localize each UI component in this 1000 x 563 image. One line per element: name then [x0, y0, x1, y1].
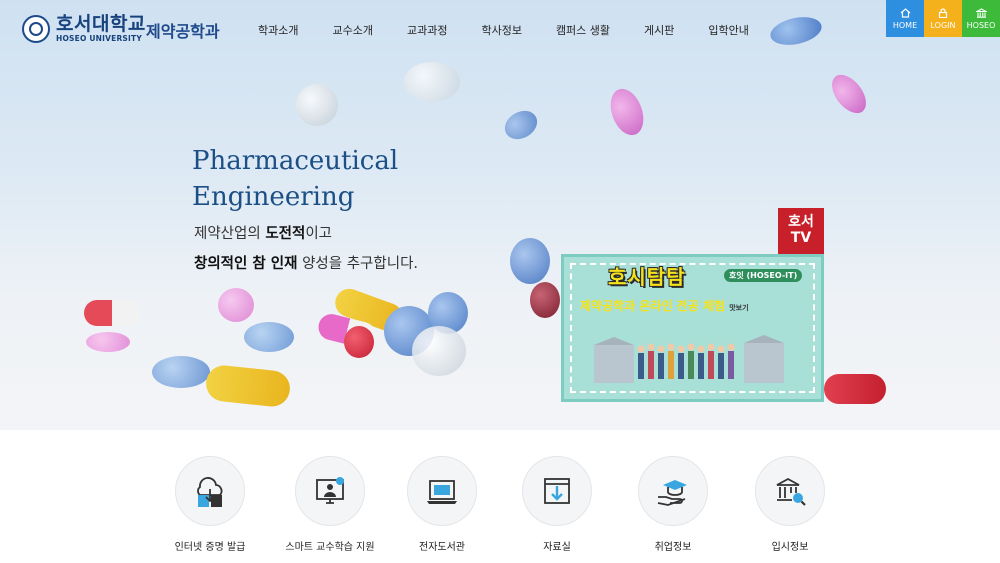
pill-decoration: [824, 374, 886, 404]
banner-tag: 호잇 (HOSEO-IT): [724, 269, 803, 282]
nav-item-curriculum[interactable]: 교과과정: [407, 22, 447, 38]
online-learning-icon: [316, 477, 344, 504]
quick-menu: 인터넷 증명 발급 스마트 교수학습 지원 전자도서관 자료실 취업정보 입시정…: [0, 430, 1000, 563]
university-logo[interactable]: 호서대학교 HOSEO UNIVERSITY: [22, 14, 146, 43]
quick-menu-label: 취업정보: [654, 542, 692, 553]
page: 호서대학교 HOSEO UNIVERSITY 제약공학과 학과소개 교수소개 교…: [0, 0, 1000, 563]
banner-title: 호시탐탐: [608, 265, 686, 289]
pill-decoration: [152, 356, 210, 388]
pill-decoration: [244, 322, 294, 352]
lock-icon: [938, 7, 948, 18]
pill-decoration: [404, 62, 460, 102]
nav-item-campus-life[interactable]: 캠퍼스 생활: [556, 22, 610, 38]
home-button[interactable]: HOME: [886, 0, 924, 37]
quick-menu-item-employment[interactable]: 취업정보: [613, 456, 733, 553]
graduation-cap-icon: [657, 480, 687, 506]
login-button[interactable]: LOGIN: [924, 0, 962, 37]
main-navigation: 학과소개 교수소개 교과과정 학사정보 캠퍼스 생활 게시판 입학안내: [258, 22, 783, 38]
pill-decoration: [218, 288, 254, 322]
nav-item-admission[interactable]: 입학안내: [708, 22, 748, 38]
logo-korean-text: 호서대학교: [56, 13, 146, 35]
quick-links: HOME LOGIN HOSEO: [886, 0, 1000, 37]
hero-title-line1: Pharmaceutical: [192, 146, 399, 176]
quick-menu-label: 전자도서관: [419, 542, 465, 553]
hero-section: [0, 0, 1000, 430]
download-icon: [544, 478, 570, 504]
pill-decoration: [296, 84, 338, 126]
university-seal-icon: [22, 14, 50, 43]
home-button-label: HOME: [892, 20, 918, 30]
campus-crowd-illustration: [594, 335, 784, 383]
login-button-label: LOGIN: [930, 20, 956, 30]
pill-decoration: [825, 68, 873, 120]
nav-item-faculty[interactable]: 교수소개: [332, 22, 372, 38]
hero-title-line2: Engineering: [192, 182, 355, 212]
pill-decoration: [499, 105, 543, 145]
hero-subtitle-line1: 제약산업의 도전적이고: [194, 225, 333, 242]
pill-decoration: [530, 282, 560, 318]
quick-menu-item-e-library[interactable]: 전자도서관: [382, 456, 502, 553]
admission-search-icon: [776, 477, 806, 506]
quick-menu-label: 자료실: [543, 542, 571, 553]
e-library-icon: [427, 480, 457, 504]
logo-english-text: HOSEO UNIVERSITY: [56, 34, 142, 43]
quick-menu-item-admission-info[interactable]: 입시정보: [730, 456, 850, 553]
nav-item-department-intro[interactable]: 학과소개: [258, 22, 298, 38]
site-header: 호서대학교 HOSEO UNIVERSITY 제약공학과 학과소개 교수소개 교…: [0, 0, 1000, 62]
pill-decoration: [344, 326, 374, 358]
banner-subtitle: 제약공학과 온라인 전공 체험 맛보기: [580, 299, 749, 313]
home-icon: [900, 7, 910, 18]
quick-menu-item-smart-learning[interactable]: 스마트 교수학습 지원: [270, 456, 390, 553]
hoseo-tv-logo[interactable]: 호서 TV: [778, 208, 824, 254]
department-name[interactable]: 제약공학과: [146, 18, 220, 42]
hoseo-button-label: HOSEO: [966, 20, 996, 30]
pill-decoration: [604, 84, 650, 140]
nav-item-academic-info[interactable]: 학사정보: [481, 22, 521, 38]
pill-decoration: [204, 363, 292, 409]
hero-subtitle-line2: 창의적인 참 인재 양성을 추구합니다.: [194, 255, 419, 272]
quick-menu-label: 입시정보: [771, 542, 809, 553]
pill-decoration: [510, 238, 550, 284]
quick-menu-item-archive[interactable]: 자료실: [497, 456, 617, 553]
pill-decoration: [84, 300, 140, 326]
pill-decoration: [86, 332, 130, 352]
hoseo-button[interactable]: HOSEO: [962, 0, 1000, 37]
building-icon: [975, 7, 987, 18]
nav-item-board[interactable]: 게시판: [644, 22, 674, 38]
quick-menu-label: 인터넷 증명 발급: [174, 542, 246, 553]
pill-decoration: [412, 326, 466, 376]
video-banner[interactable]: 호시탐탐 호잇 (HOSEO-IT) 제약공학과 온라인 전공 체험 맛보기: [561, 254, 824, 402]
certificate-icon: [197, 477, 223, 507]
quick-menu-label: 스마트 교수학습 지원: [285, 542, 375, 553]
quick-menu-item-certificate[interactable]: 인터넷 증명 발급: [150, 456, 270, 553]
